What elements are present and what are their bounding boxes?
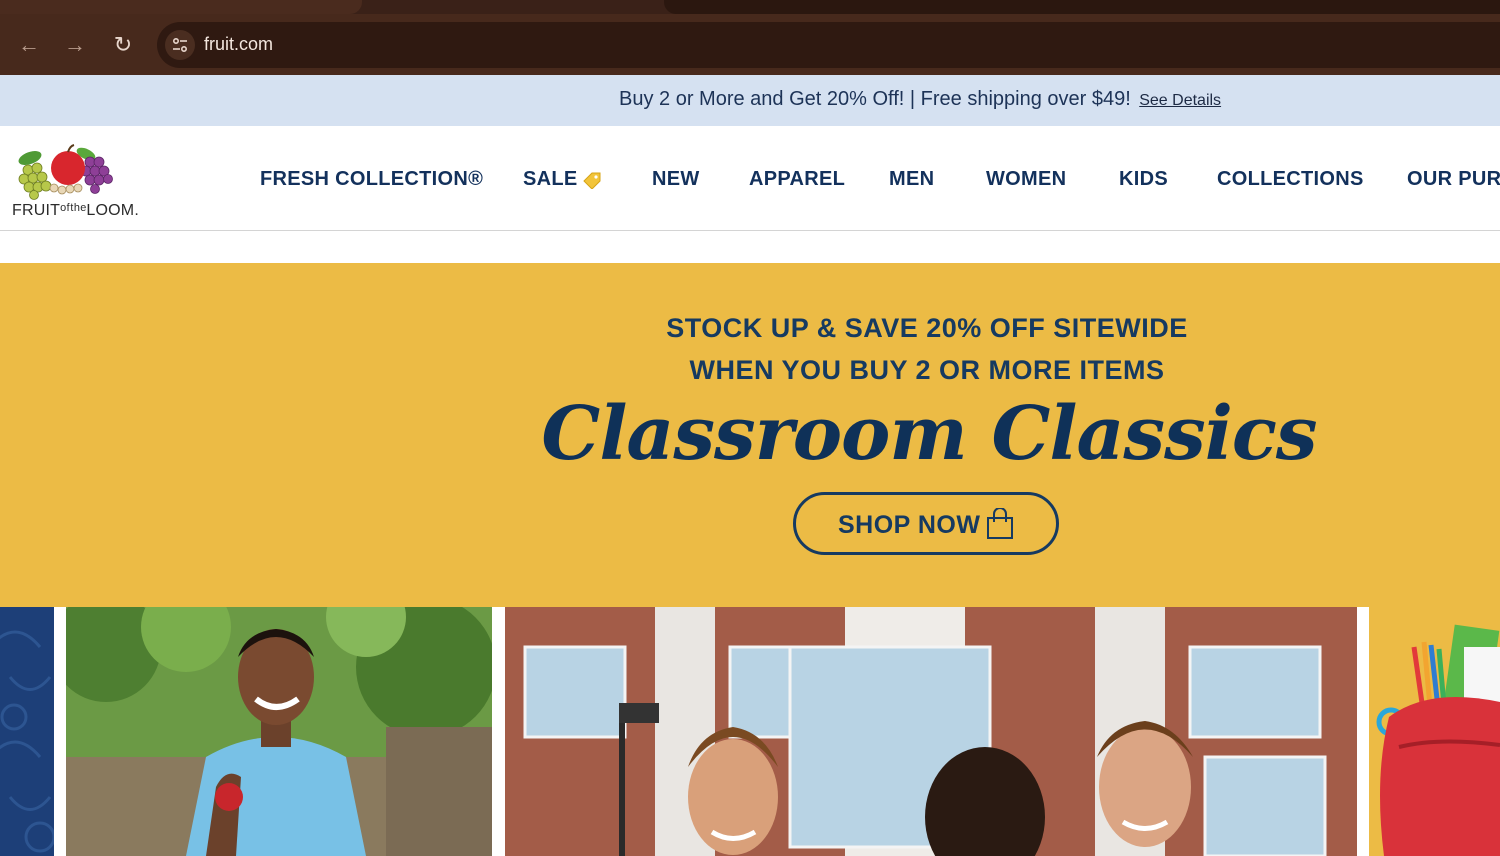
nav-sale[interactable]: SALE <box>523 168 602 191</box>
tune-icon[interactable] <box>165 30 195 60</box>
address-bar[interactable]: fruit.com <box>157 22 1500 68</box>
hero-banner: STOCK UP & SAVE 20% OFF SITEWIDE WHEN YO… <box>0 263 1500 607</box>
arrow-left-icon[interactable]: ← <box>14 30 44 60</box>
browser-tab-area <box>664 0 1500 14</box>
url-text[interactable]: fruit.com <box>204 34 273 55</box>
nav-our-purpose[interactable]: OUR PURI <box>1407 168 1500 191</box>
pattern-panel <box>0 607 54 856</box>
browser-toolbar: ← → ↻ fruit.com <box>0 14 1500 75</box>
browser-tab-active[interactable] <box>0 0 362 14</box>
nav-sale-label: SALE <box>523 168 578 190</box>
browser-tab-strip <box>0 0 1500 14</box>
price-tag-icon <box>582 172 601 189</box>
divider <box>1357 607 1369 856</box>
man-with-apple-photo[interactable] <box>66 607 492 856</box>
nav-apparel[interactable]: APPAREL <box>749 168 845 191</box>
shop-now-label: SHOP NOW <box>838 511 981 539</box>
hero-headline-1: STOCK UP & SAVE 20% OFF SITEWIDE <box>666 313 1188 343</box>
backpack-supplies-photo[interactable] <box>1369 607 1500 856</box>
promo-banner: Buy 2 or More and Get 20% Off! | Free sh… <box>0 75 1500 126</box>
promo-text: Buy 2 or More and Get 20% Off! | Free sh… <box>619 88 1131 110</box>
nav-men[interactable]: MEN <box>889 168 934 191</box>
hero-script-title: Classroom Classics <box>541 391 1317 477</box>
shop-now-button[interactable]: SHOP NOW <box>793 492 1059 555</box>
divider <box>492 607 505 856</box>
hero-headline-2: WHEN YOU BUY 2 OR MORE ITEMS <box>689 355 1165 385</box>
arrow-right-icon[interactable]: → <box>60 30 90 60</box>
reload-icon[interactable]: ↻ <box>108 30 138 60</box>
featured-images-row <box>0 607 1500 856</box>
nav-collections[interactable]: COLLECTIONS <box>1217 168 1364 191</box>
students-campus-photo[interactable] <box>505 607 1357 856</box>
nav-new[interactable]: NEW <box>652 168 700 191</box>
shopping-bag-icon <box>987 508 1013 539</box>
nav-kids[interactable]: KIDS <box>1119 168 1168 191</box>
nav-fresh-collection[interactable]: FRESH COLLECTION® <box>260 168 483 191</box>
divider <box>54 607 66 856</box>
main-navigation: FRESH COLLECTION® SALE NEW APPAREL MEN W… <box>0 126 1500 231</box>
site-header: FRUITᵒᶠᵗʰᵉLOOM. FRESH COLLECTION® SALE N… <box>0 126 1500 231</box>
nav-women[interactable]: WOMEN <box>986 168 1066 191</box>
see-details-link[interactable]: See Details <box>1139 92 1221 109</box>
